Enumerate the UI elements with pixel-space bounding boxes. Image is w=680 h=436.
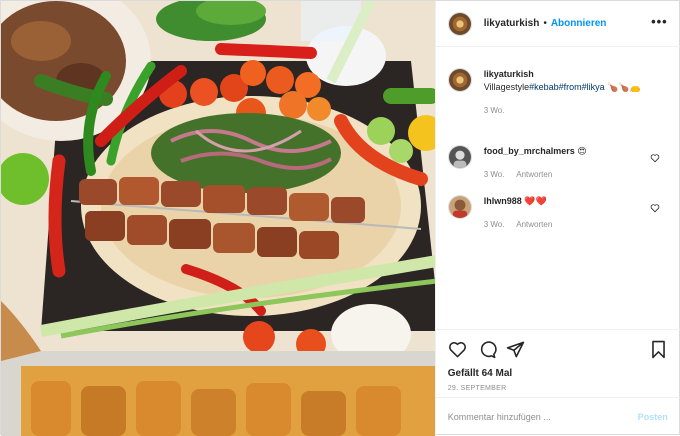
comment-time[interactable]: 3 Wo.	[484, 170, 505, 179]
heart-icon[interactable]	[448, 340, 467, 359]
add-comment-bar: Posten	[435, 397, 680, 436]
comment-like-icon[interactable]	[650, 203, 660, 213]
comment-item: lhlwn988 ❤️❤️ 3 Wo. Antworten	[447, 195, 668, 231]
author-avatar[interactable]	[447, 11, 472, 36]
reply-button[interactable]: Antworten	[516, 170, 552, 179]
caption-item: likyaturkish Villagestyle#kebab#from#lik…	[447, 68, 668, 117]
caption-time[interactable]: 3 Wo.	[484, 106, 505, 115]
more-options-icon[interactable]: •••	[651, 15, 668, 28]
comments-list: likyaturkish Villagestyle#kebab#from#lik…	[436, 48, 680, 328]
author-username[interactable]: likyaturkish	[484, 18, 540, 29]
bookmark-icon[interactable]	[649, 340, 668, 359]
caption-avatar[interactable]	[447, 68, 472, 92]
comment-time[interactable]: 3 Wo.	[484, 220, 505, 229]
comment-text: 😍	[577, 146, 587, 156]
post-header: likyaturkish • Abonnieren •••	[435, 1, 680, 47]
post-comment-button[interactable]: Posten	[638, 412, 668, 422]
caption-username[interactable]: likyaturkish	[484, 69, 534, 79]
comment-input[interactable]	[447, 412, 628, 422]
header-separator: •	[543, 18, 547, 29]
instagram-post: likyaturkish • Abonnieren ••• likyaturki…	[0, 0, 680, 436]
caption-emoji: 🍗🍗👝	[607, 82, 641, 92]
follow-button[interactable]: Abonnieren	[551, 18, 607, 29]
post-date[interactable]: 29. SEPTEMBER	[448, 385, 668, 392]
comment-item: food_by_mrchalmers 😍 3 Wo. Antworten	[447, 145, 668, 181]
post-photo[interactable]	[1, 1, 436, 436]
commenter-avatar[interactable]	[447, 145, 472, 169]
action-icons	[448, 338, 668, 364]
food-photo-illustration	[1, 1, 435, 436]
like-count[interactable]: Gefällt 64 Mal	[448, 368, 668, 379]
post-actions: Gefällt 64 Mal 29. SEPTEMBER	[435, 329, 680, 392]
comment-icon[interactable]	[478, 340, 497, 359]
commenter-username[interactable]: food_by_mrchalmers	[484, 146, 575, 156]
caption-hashtags[interactable]: #kebab#from#likya	[529, 82, 605, 92]
share-icon[interactable]	[506, 340, 525, 359]
comment-like-icon[interactable]	[650, 153, 660, 163]
reply-button[interactable]: Antworten	[516, 220, 552, 229]
commenter-avatar[interactable]	[447, 195, 472, 219]
post-side-panel: likyaturkish • Abonnieren ••• likyaturki…	[435, 1, 680, 436]
comment-text: ❤️❤️	[524, 196, 547, 206]
commenter-username[interactable]: lhlwn988	[484, 196, 522, 206]
caption-text: Villagestyle	[483, 82, 530, 92]
